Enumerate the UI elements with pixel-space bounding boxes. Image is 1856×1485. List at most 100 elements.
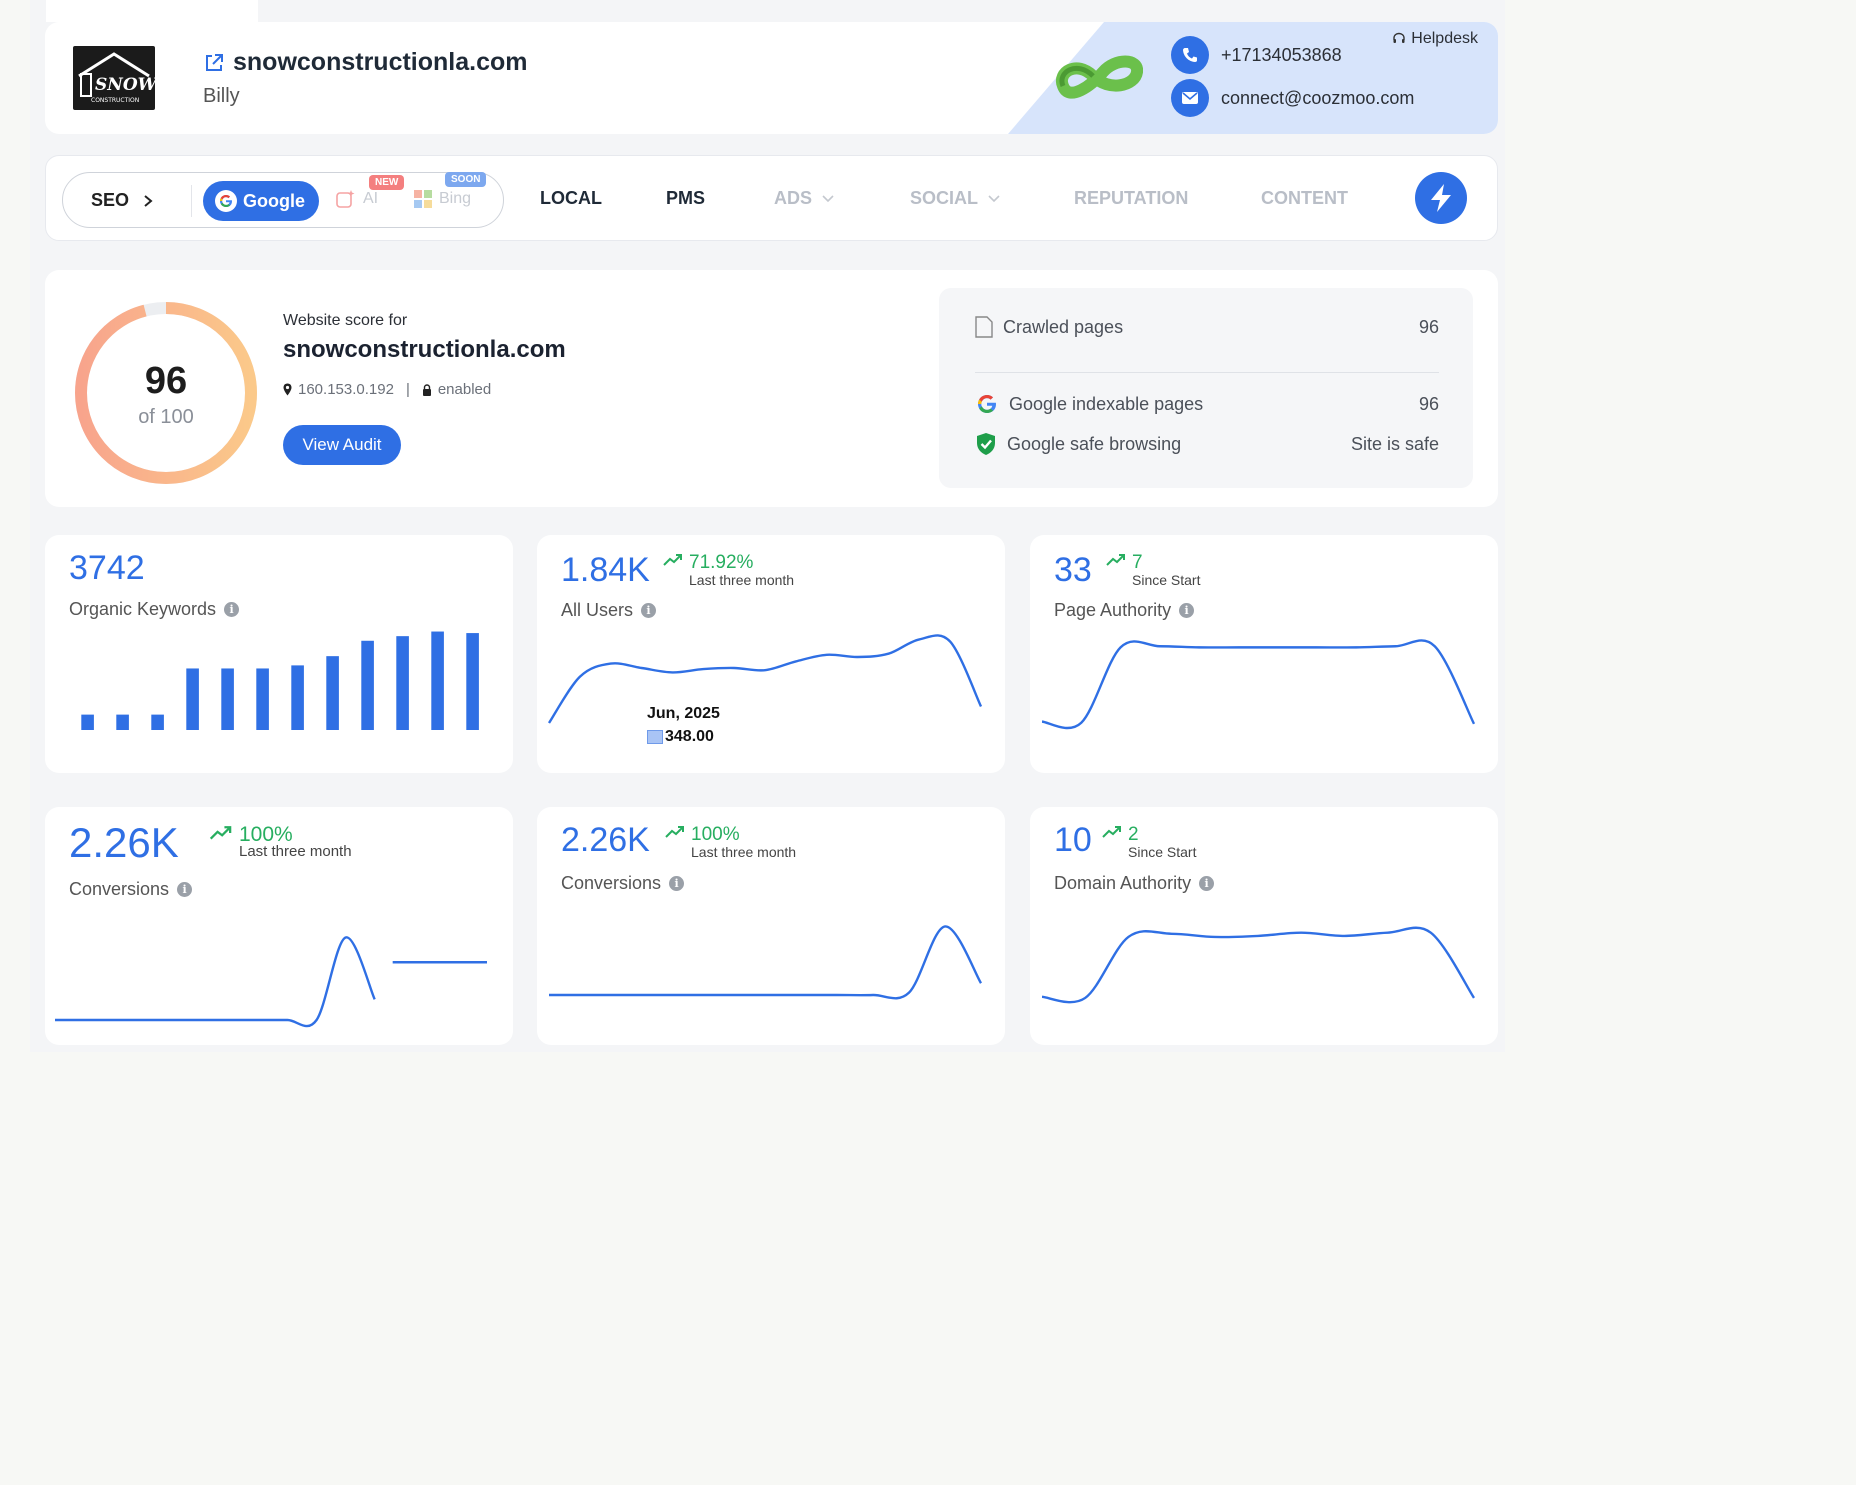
meta-separator: | xyxy=(405,381,410,398)
ip-address: 160.153.0.192 xyxy=(298,381,394,398)
crawled-pages-label: Crawled pages xyxy=(1003,316,1124,337)
nav-ads[interactable]: ADS xyxy=(774,188,834,209)
helpdesk-link[interactable]: Helpdesk xyxy=(1392,30,1478,48)
seo-label[interactable]: SEO xyxy=(91,190,129,211)
external-link-icon[interactable] xyxy=(203,52,225,74)
document-icon xyxy=(975,316,993,338)
nav-content[interactable]: CONTENT xyxy=(1261,188,1348,209)
shield-check-icon xyxy=(977,433,995,455)
chevron-right-icon xyxy=(144,194,153,207)
chart-tooltip-date: Jun, 2025 xyxy=(647,705,720,722)
score-domain: snowconstructionla.com xyxy=(283,336,566,363)
ai-label[interactable]: AI xyxy=(363,190,378,208)
ssl-status: enabled xyxy=(437,381,492,398)
metric-card-organic-keywords: 3742 Organic Keywords i xyxy=(45,535,513,773)
indexable-pages-label: Google indexable pages xyxy=(1009,393,1204,414)
chart-series-line xyxy=(1041,926,1476,1004)
server-meta: 160.153.0.192 | enabled xyxy=(283,381,491,398)
nav-pms[interactable]: PMS xyxy=(666,188,705,209)
website-score-card: 96 of 100 Website score for snowconstruc… xyxy=(45,270,1498,507)
nav-reputation[interactable]: REPUTATION xyxy=(1074,188,1188,209)
seo-group: SEO Google AI NEW Bing SOON xyxy=(62,172,504,228)
top-strip xyxy=(46,0,258,22)
soon-badge: SOON xyxy=(445,172,487,187)
ai-tab[interactable]: AI xyxy=(335,189,378,209)
seo-menu[interactable]: SEO xyxy=(91,190,153,211)
lock-icon xyxy=(422,383,431,396)
chart-bar[interactable] xyxy=(431,631,444,730)
chart-bar[interactable] xyxy=(221,668,234,730)
google-tab[interactable]: Google xyxy=(203,181,319,221)
score-value: 96 xyxy=(144,360,188,402)
chart-tooltip-value: 348.00 xyxy=(647,728,714,746)
metric-card-page-authority: 33 7 Since Start Page Authority i xyxy=(1030,535,1498,773)
site-header: SNOW CONSTRUCTION snowconstructionla.com… xyxy=(45,22,1498,134)
chart-bar[interactable] xyxy=(396,636,409,730)
metric-card-conversions: 2.26K 100% Last three month Conversions i xyxy=(45,807,513,1045)
map-pin-icon xyxy=(283,383,292,396)
conversions-2-line-chart xyxy=(549,925,983,1000)
new-badge: NEW xyxy=(369,175,405,190)
lightning-icon xyxy=(1431,184,1451,212)
chart-bar[interactable] xyxy=(81,714,94,730)
safe-browsing-label: Google safe browsing xyxy=(1007,433,1182,454)
ai-sparkle-icon xyxy=(336,190,355,208)
main-nav: SEO Google AI NEW Bing SOON LOCAL PMS AD… xyxy=(45,155,1498,241)
chart-bar[interactable] xyxy=(466,633,479,730)
metric-card-conversions-2: 2.26K 100% Last three month Conversions i xyxy=(537,807,1005,1045)
crawled-pages-value: 96 xyxy=(1418,316,1439,337)
email-address[interactable]: connect@coozmoo.com xyxy=(1221,88,1414,109)
chart-bar[interactable] xyxy=(186,668,199,730)
chevron-down-icon xyxy=(822,194,834,202)
owner-name: Billy xyxy=(203,85,240,107)
metric-card-all-users: 1.84K 71.92% Last three month All Users i … xyxy=(537,535,1005,773)
conversions-line-chart xyxy=(55,936,487,1028)
indexable-pages-row: Google indexable pages 96 xyxy=(975,392,1439,416)
email-contact[interactable]: connect@coozmoo.com xyxy=(1171,79,1414,117)
google-icon xyxy=(978,395,996,413)
indexable-pages-value: 96 xyxy=(1418,393,1439,414)
windows-icon xyxy=(414,190,432,208)
divider xyxy=(191,185,192,217)
safe-browsing-value: Site is safe xyxy=(1350,433,1439,454)
site-domain[interactable]: snowconstructionla.com xyxy=(233,48,527,77)
chart-bar[interactable] xyxy=(256,668,269,730)
headset-icon xyxy=(1393,32,1405,43)
crawled-pages-row: Crawled pages 96 xyxy=(975,316,1439,338)
google-icon xyxy=(215,190,237,212)
page-authority-line-chart xyxy=(1041,639,1476,730)
chart-bar[interactable] xyxy=(361,640,374,730)
organic-keywords-bar-chart xyxy=(81,631,479,730)
bing-label[interactable]: Bing xyxy=(439,190,471,208)
chart-series-line xyxy=(55,936,376,1028)
divider xyxy=(975,372,1439,373)
svg-text:SNOW: SNOW xyxy=(95,75,155,95)
google-label[interactable]: Google xyxy=(243,191,305,212)
mail-icon xyxy=(1171,79,1209,117)
domain-authority-line-chart xyxy=(1041,926,1476,1004)
crawl-stats-panel: Crawled pages 96 Google indexable pages … xyxy=(939,288,1473,488)
chart-bar[interactable] xyxy=(116,714,129,730)
all-users-line-chart xyxy=(547,634,983,724)
chart-series-line xyxy=(547,634,983,724)
brand-infinity-icon xyxy=(1056,55,1143,99)
nav-local[interactable]: LOCAL xyxy=(540,188,602,209)
helpdesk-label[interactable]: Helpdesk xyxy=(1411,30,1478,48)
site-title[interactable]: snowconstructionla.com xyxy=(203,48,527,77)
chart-series-line xyxy=(1041,639,1476,730)
view-audit-button[interactable]: View Audit xyxy=(283,425,401,465)
series-swatch xyxy=(647,730,663,744)
chart-bar[interactable] xyxy=(151,714,164,730)
nav-social[interactable]: SOCIAL xyxy=(910,188,1000,209)
chart-bar[interactable] xyxy=(291,665,304,730)
phone-number[interactable]: +17134053868 xyxy=(1221,45,1342,66)
phone-icon xyxy=(1171,36,1209,74)
bing-tab[interactable]: Bing xyxy=(413,189,471,209)
chart-bar[interactable] xyxy=(326,656,339,730)
chart-series-line xyxy=(549,925,983,1000)
chevron-down-icon xyxy=(988,194,1000,202)
metric-card-domain-authority: 10 2 Since Start Domain Authority i xyxy=(1030,807,1498,1045)
lightning-button[interactable] xyxy=(1415,172,1467,224)
safe-browsing-row: Google safe browsing Site is safe xyxy=(975,432,1439,456)
phone-contact[interactable]: +17134053868 xyxy=(1171,36,1342,74)
